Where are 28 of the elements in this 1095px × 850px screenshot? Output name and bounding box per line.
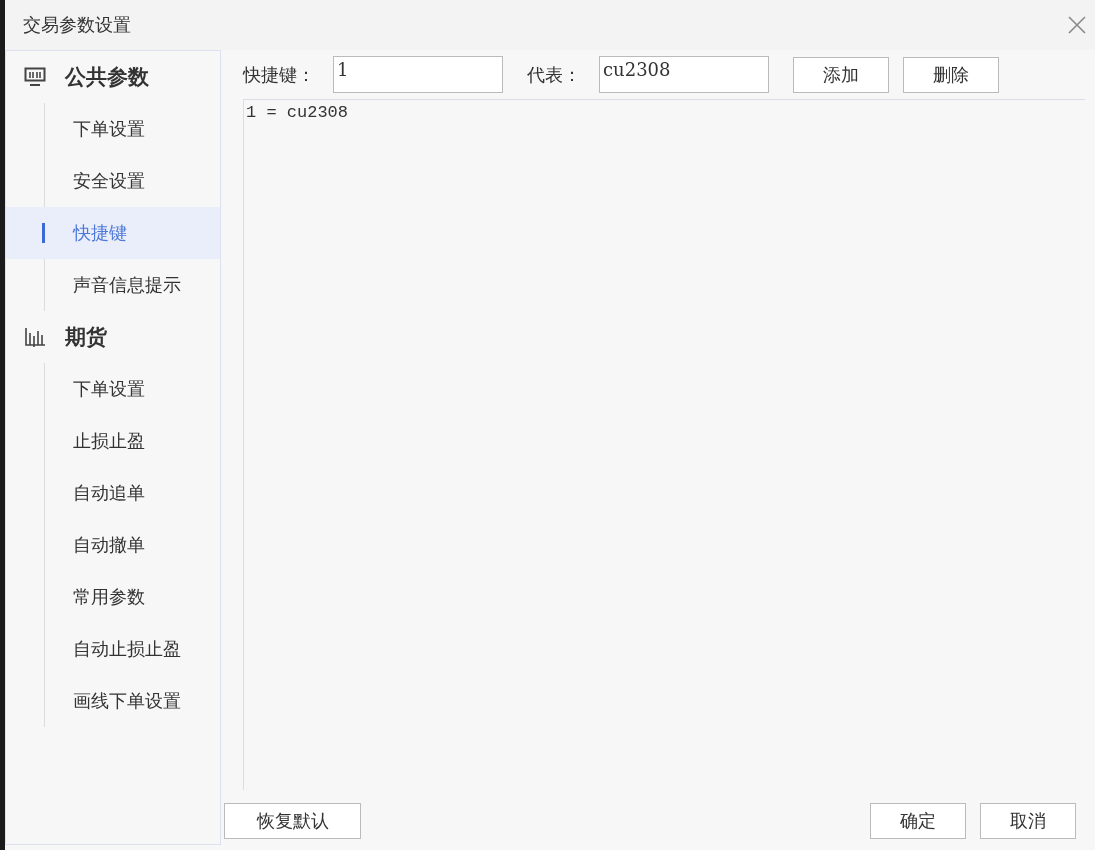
form-button[interactable]: 添加 — [793, 56, 889, 93]
sidebar-item[interactable]: 止损止盈 — [6, 415, 220, 467]
sidebar-item[interactable]: 安全设置 — [6, 155, 220, 207]
input-field[interactable]: cu2308 — [599, 56, 769, 93]
bar-chart-icon — [24, 327, 46, 347]
sidebar-item[interactable]: 下单设置 — [6, 363, 220, 415]
dialog-button[interactable]: 取消 — [980, 803, 1076, 839]
input-field[interactable]: 1 — [333, 56, 503, 93]
field-label: 快捷键： — [243, 62, 315, 87]
sidebar-item[interactable]: 下单设置 — [6, 103, 220, 155]
sidebar-item[interactable]: 自动追单 — [6, 467, 220, 519]
sidebar-item[interactable]: 自动止损止盈 — [6, 623, 220, 675]
sidebar-item[interactable]: 声音信息提示 — [6, 259, 220, 311]
form-button[interactable]: 删除 — [903, 56, 999, 93]
sidebar-item[interactable]: 画线下单设置 — [6, 675, 220, 727]
close-icon[interactable] — [1067, 15, 1087, 35]
window-title: 交易参数设置 — [23, 13, 131, 37]
monitor-icon — [24, 67, 46, 87]
sidebar-item[interactable]: 自动撤单 — [6, 519, 220, 571]
sidebar-item[interactable]: 常用参数 — [6, 571, 220, 623]
field-label: 代表： — [527, 62, 581, 87]
dialog-button[interactable]: 确定 — [870, 803, 966, 839]
shortcut-list: 1 = cu2308 — [243, 99, 1085, 790]
sidebar-group-title[interactable]: 期货 — [65, 323, 107, 351]
selection-marker — [42, 223, 45, 243]
sidebar-group-title[interactable]: 公共参数 — [65, 63, 149, 91]
sidebar-item[interactable]: 快捷键 — [6, 207, 220, 259]
restore-defaults-button[interactable]: 恢复默认 — [224, 803, 361, 839]
